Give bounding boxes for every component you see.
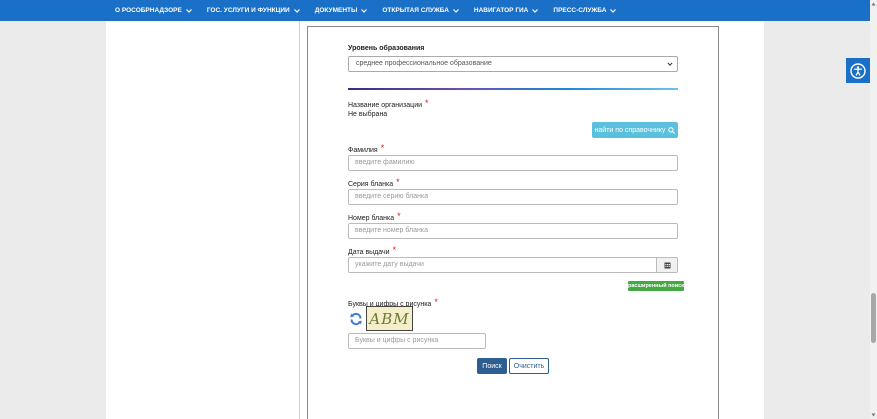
nav-item-label: О РОСОБРНАДЗОРЕ [115, 7, 182, 14]
chevron-down-icon [361, 8, 368, 13]
education-level-label: Уровень образования [348, 45, 425, 52]
divider [299, 21, 300, 419]
required-mark: * [434, 297, 438, 307]
organization-label-text: Название организации [348, 102, 423, 109]
chevron-down-icon [667, 62, 673, 66]
refresh-captcha-icon[interactable] [349, 312, 363, 326]
nav-item-services[interactable]: ГОС. УСЛУГИ И ФУНКЦИИ [207, 7, 300, 14]
chevron-down-icon [610, 8, 617, 13]
chevron-down-icon [185, 8, 192, 13]
number-label: Номер бланка * [348, 211, 401, 222]
nav-item-label: ПРЕСС-СЛУЖБА [553, 7, 607, 14]
nav-item-open-service[interactable]: ОТКРЫТАЯ СЛУЖБА [382, 7, 459, 14]
scrollbar[interactable] [870, 0, 877, 419]
required-mark: * [425, 98, 429, 108]
top-navigation: О РОСОБРНАДЗОРЕ ГОС. УСЛУГИ И ФУНКЦИИ ДО… [0, 0, 870, 21]
organization-value: Не выбрана [348, 111, 388, 118]
clear-button[interactable]: Очистить [509, 358, 549, 374]
nav-item-gia-navigator[interactable]: НАВИГАТОР ГИА [473, 7, 539, 14]
required-mark: * [397, 211, 401, 221]
refresh-icon [350, 312, 362, 326]
surname-input[interactable]: введите фамилию [348, 155, 678, 171]
calendar-button[interactable] [656, 257, 678, 273]
issue-date-label: Дата выдачи * [348, 245, 397, 256]
scroll-down-icon[interactable] [871, 412, 876, 418]
required-mark: * [396, 177, 400, 187]
captcha-input[interactable]: Буквы и цифры с рисунка [348, 333, 486, 349]
organization-label: Название организации * [348, 98, 429, 109]
series-label: Серия бланка * [348, 177, 400, 188]
accessibility-icon [850, 62, 866, 79]
scroll-up-icon[interactable] [871, 1, 876, 7]
accessibility-button[interactable] [846, 58, 870, 83]
nav-item-about[interactable]: О РОСОБРНАДЗОРЕ [115, 7, 192, 14]
section-divider [348, 88, 678, 90]
nav-item-label: ГОС. УСЛУГИ И ФУНКЦИИ [206, 7, 290, 14]
captcha-image: ABM [366, 306, 413, 331]
required-mark: * [380, 143, 385, 153]
required-mark: * [392, 245, 397, 255]
nav-item-label: ДОКУМЕНТЫ [314, 7, 358, 14]
education-level-value: среднее профессиональное образование [356, 60, 492, 67]
scrollbar-thumb[interactable] [871, 293, 876, 343]
series-label-text: Серия бланка [348, 181, 394, 188]
number-input[interactable]: введите номер бланка [348, 223, 678, 239]
search-icon [668, 126, 676, 134]
nav-item-label: НАВИГАТОР ГИА [473, 7, 529, 14]
surname-label-text: Фамилия [348, 147, 378, 154]
find-button-label: найти по справочнику [594, 126, 666, 134]
chevron-down-icon [532, 8, 539, 13]
find-in-directory-button[interactable]: найти по справочнику [592, 122, 678, 138]
issue-date-label-text: Дата выдачи [348, 249, 390, 256]
issue-date-input[interactable]: укажите дату выдачи [348, 257, 657, 273]
nav-item-press[interactable]: ПРЕСС-СЛУЖБА [553, 7, 617, 14]
advanced-search-button[interactable]: расширенный поиск [628, 281, 684, 291]
nav-item-documents[interactable]: ДОКУМЕНТЫ [315, 7, 368, 14]
chevron-down-icon [452, 8, 459, 13]
nav-item-label: ОТКРЫТАЯ СЛУЖБА [382, 7, 449, 14]
captcha-text: ABM [369, 309, 410, 328]
series-input[interactable]: введите серию бланка [348, 189, 678, 205]
calendar-icon [664, 262, 670, 268]
chevron-down-icon [293, 8, 300, 13]
education-level-select[interactable]: среднее профессиональное образование [348, 56, 678, 72]
search-button[interactable]: Поиск [477, 358, 507, 374]
number-label-text: Номер бланка [348, 215, 395, 222]
surname-label: Фамилия * [348, 143, 385, 154]
